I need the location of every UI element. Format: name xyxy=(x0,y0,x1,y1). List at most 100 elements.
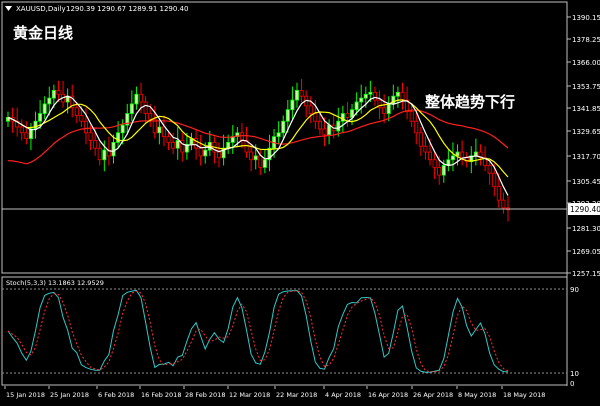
candle-body xyxy=(290,99,295,111)
time-tick-label: 8 May 2018 xyxy=(458,391,496,399)
candle-body xyxy=(354,101,359,111)
candle-body xyxy=(33,120,38,130)
candle-body xyxy=(139,93,144,103)
stoch-panel-frame xyxy=(1,276,568,386)
candle-body xyxy=(322,128,327,136)
candle-body xyxy=(372,91,377,101)
time-axis: 15 Jan 2018 25 Jan 2018 6 Feb 2018 16 Feb 2… xyxy=(4,386,545,399)
candle-body xyxy=(492,172,497,188)
candle-body xyxy=(148,113,153,120)
candle-body xyxy=(262,159,267,168)
gold-daily-title: 黄金日线 xyxy=(13,24,73,42)
candle-body xyxy=(428,151,433,161)
candle-body xyxy=(83,120,88,134)
candle-body xyxy=(308,105,313,114)
candle-body xyxy=(166,136,171,143)
stoch-label: Stoch(5,3,3) 13.1863 12.9529 xyxy=(6,279,104,287)
candle-body xyxy=(97,147,102,161)
candle-body xyxy=(501,199,506,209)
candle-body xyxy=(386,103,391,114)
candle-body xyxy=(313,113,318,122)
time-tick-label: 15 Jan 2018 xyxy=(6,391,45,399)
candle-body xyxy=(24,132,29,139)
candle-body xyxy=(42,103,47,114)
time-tick-label: 16 Feb 2018 xyxy=(141,391,181,399)
ohlc-readout: 1290.39 1290.67 1289.91 1290.40 xyxy=(66,5,188,13)
candle-body xyxy=(111,142,116,157)
price-axis: 1390.15 1378.25 1366.00 1353.75 1341.85 1329.… xyxy=(567,14,600,278)
candle-body xyxy=(198,147,203,157)
ma-fast-line xyxy=(7,95,509,196)
stoch-signal-line xyxy=(7,290,509,373)
candle-body xyxy=(253,155,258,161)
price-tick-label: 1378.25 xyxy=(572,36,600,44)
trend-annotation: 整体趋势下行 xyxy=(425,93,515,111)
candle-body xyxy=(19,126,24,134)
candle-body xyxy=(359,97,364,103)
candle-body xyxy=(120,124,125,134)
candle-body xyxy=(460,151,465,159)
candle-body xyxy=(281,120,286,134)
candle-body xyxy=(175,140,180,149)
candle-body xyxy=(317,120,322,130)
price-tick-label: 1317.70 xyxy=(572,153,600,161)
candle-body xyxy=(203,149,208,157)
candle-body xyxy=(441,165,446,176)
candle-body xyxy=(74,107,79,116)
candle-body xyxy=(437,167,442,176)
price-tick-label: 1390.15 xyxy=(572,14,600,22)
candle-body xyxy=(299,90,304,97)
price-tick-label: 1293.20 xyxy=(572,200,600,208)
stoch-main-line xyxy=(7,289,509,373)
candle-body xyxy=(285,109,290,122)
candle-body xyxy=(423,145,428,153)
candle-body xyxy=(496,186,501,201)
candle-body xyxy=(93,140,98,149)
candle-body xyxy=(327,124,332,136)
candle-body xyxy=(51,90,56,99)
candle-body xyxy=(161,126,166,138)
stoch-axis-0: 0 xyxy=(570,380,574,388)
symbol-label: XAUUSD,Daily xyxy=(16,5,66,13)
price-tick-label: 1341.85 xyxy=(572,105,600,113)
candle-body xyxy=(134,93,139,105)
candle-body xyxy=(345,113,350,118)
candle-body xyxy=(409,111,414,122)
candle-body xyxy=(171,142,176,149)
candle-body xyxy=(88,132,93,141)
candle-body xyxy=(129,103,134,114)
chart-menu-icon[interactable] xyxy=(5,6,12,11)
price-tick-label: 1366.00 xyxy=(572,59,600,67)
candle-body xyxy=(418,132,423,147)
candle-body xyxy=(157,126,162,134)
time-tick-label: 26 Apr 2018 xyxy=(413,391,453,399)
candle-body xyxy=(363,93,368,99)
price-chart[interactable]: 1290.40 1390.151378.251366.001353.751341… xyxy=(0,0,600,402)
candle-body xyxy=(38,113,43,122)
candle-body xyxy=(28,128,33,139)
candle-body xyxy=(217,151,222,159)
candle-body xyxy=(239,132,244,141)
time-tick-label: 28 Feb 2018 xyxy=(185,391,225,399)
candle-body xyxy=(258,155,263,168)
candle-body xyxy=(368,91,373,95)
price-tick-label: 1281.30 xyxy=(572,225,600,233)
candle-body xyxy=(432,159,437,168)
candle-body xyxy=(102,149,107,161)
time-tick-label: 6 Feb 2018 xyxy=(98,391,134,399)
price-tick-label: 1329.65 xyxy=(572,128,600,136)
candle-body xyxy=(395,91,400,97)
time-tick-label: 18 May 2018 xyxy=(503,391,545,399)
chart-window[interactable]: 1290.40 1390.15 1378.25 1366.00 1353.75 1341… xyxy=(0,0,600,402)
candle-body xyxy=(47,97,52,105)
candle-body xyxy=(116,132,121,143)
price-tick-label: 1305.45 xyxy=(572,178,600,186)
candle-body xyxy=(450,155,455,161)
time-tick-label: 16 Apr 2018 xyxy=(368,391,408,399)
price-tick-label: 1353.75 xyxy=(572,83,600,91)
candle-body xyxy=(382,107,387,114)
candle-body xyxy=(294,90,299,101)
time-tick-label: 22 Mar 2018 xyxy=(276,391,317,399)
price-tick-label: 1269.05 xyxy=(572,248,600,256)
candle-body xyxy=(414,120,419,134)
